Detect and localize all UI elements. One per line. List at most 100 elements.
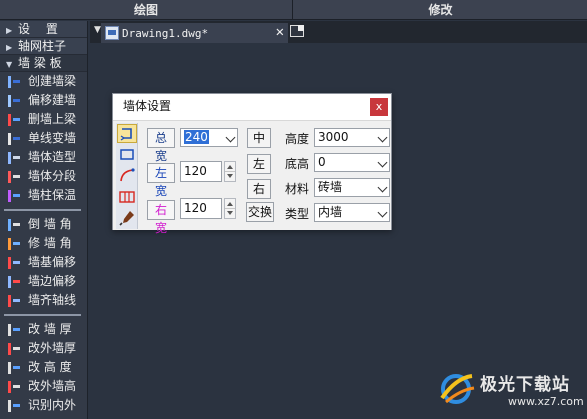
sidebar-tool-edge-offset[interactable]: 墙边偏移 <box>0 272 87 291</box>
sidebar-tool-wall-corner[interactable]: 倒 墙 角 <box>0 215 87 234</box>
create-wall-icon <box>6 75 22 89</box>
sidebar-tool-wall-segment[interactable]: 墙体分段 <box>0 167 87 186</box>
chevron-down-icon <box>377 207 388 218</box>
identify-icon <box>6 399 22 413</box>
watermark-brand: 极光下载站 <box>480 375 570 395</box>
sidebar-tool-label: 单线变墙 <box>28 131 77 145</box>
sidebar-tool-label: 墙齐轴线 <box>28 293 77 307</box>
height-combo[interactable]: 3000 <box>314 128 390 147</box>
sidebar-tool-identify[interactable]: 识别内外 <box>0 396 87 415</box>
rect-wall-tool-icon[interactable] <box>117 145 137 164</box>
expand-arrow-icon: ▶ <box>6 43 13 52</box>
sidebar-tool-label: 删墙上梁 <box>28 112 77 126</box>
material-label: 材料 <box>285 182 310 196</box>
sidebar-tool-label: 创建墙梁 <box>28 74 77 88</box>
sidebar-tool-label: 墙边偏移 <box>28 274 77 288</box>
eyedropper-icon[interactable] <box>117 208 137 227</box>
base-offset-icon <box>6 256 22 270</box>
sidebar-tool-label: 改 墙 厚 <box>28 322 72 336</box>
fix-corner-icon <box>6 237 22 251</box>
sidebar-tool-offset-wall[interactable]: 偏移建墙 <box>0 91 87 110</box>
sidebar-header-axis[interactable]: ▶ 轴网柱子 <box>0 38 87 55</box>
material-select[interactable]: 砖墙 <box>314 178 390 197</box>
tab-title: Drawing1.dwg* <box>122 26 209 40</box>
align-axis-icon <box>6 294 22 308</box>
sidebar-header-settings[interactable]: ▶ 设 置 <box>0 21 87 38</box>
offset-wall-icon <box>6 94 22 108</box>
align-center-button[interactable]: 中 <box>247 128 271 148</box>
sidebar-tool-change-thickness[interactable]: 改 墙 厚 <box>0 320 87 339</box>
sidebar-tool-label: 倒 墙 角 <box>28 217 72 231</box>
sidebar-tool-insulation[interactable]: 墙柱保温 <box>0 186 87 205</box>
right-width-stepper[interactable] <box>224 198 236 219</box>
sidebar-tool-fix-corner[interactable]: 修 墙 角 <box>0 234 87 253</box>
chevron-down-icon <box>377 132 388 143</box>
base-height-label: 底高 <box>285 157 310 171</box>
sidebar-tool-label: 偏移建墙 <box>28 93 77 107</box>
sidebar-tool-line-to-wall[interactable]: 单线变墙 <box>0 129 87 148</box>
wall-corner-icon <box>6 218 22 232</box>
separator <box>4 209 81 211</box>
sidebar-tool-label: 改 高 度 <box>28 360 72 374</box>
close-tab-icon[interactable]: ✕ <box>276 24 284 40</box>
grid-wall-tool-icon[interactable] <box>117 187 137 206</box>
total-width-button[interactable]: 总宽 <box>147 128 175 163</box>
collapse-arrow-icon: ▼ <box>6 60 13 69</box>
sidebar-tool-wall-shape[interactable]: 墙体造型 <box>0 148 87 167</box>
wall-settings-dialog: 墙体设置 x 总宽 240 左宽 120 右宽 120 中 左 右 交换 高度 … <box>112 93 392 235</box>
tool-palette: ▶ 设 置 ▶ 轴网柱子 ▼ 墙 梁 板 创建墙梁偏移建墙删墙上梁单线变墙墙体造型墙体… <box>0 21 88 419</box>
tab-drawing1[interactable]: Drawing1.dwg* ✕ <box>101 23 288 43</box>
sidebar-tool-align-axis[interactable]: 墙齐轴线 <box>0 291 87 310</box>
tab-menu-arrow-icon[interactable]: ▼ <box>94 25 101 35</box>
change-height-icon <box>6 361 22 375</box>
delete-beam-icon <box>6 113 22 127</box>
left-width-button[interactable]: 左宽 <box>147 163 175 198</box>
edge-offset-icon <box>6 275 22 289</box>
draw-wall-tool-icon[interactable] <box>117 124 137 143</box>
align-left-button[interactable]: 左 <box>247 154 271 174</box>
wall-type-select[interactable]: 内墙 <box>314 203 390 222</box>
dwg-file-icon <box>105 26 119 40</box>
arc-wall-tool-icon[interactable] <box>117 166 137 185</box>
base-height-combo[interactable]: 0 <box>314 153 390 172</box>
insulation-icon <box>6 189 22 203</box>
separator <box>4 314 81 316</box>
sidebar-tool-base-offset[interactable]: 墙基偏移 <box>0 253 87 272</box>
wall-segment-icon <box>6 170 22 184</box>
total-width-combo[interactable]: 240 <box>180 128 238 147</box>
sidebar-tool-change-outer-height[interactable]: 改外墙高 <box>0 377 87 396</box>
line-to-wall-icon <box>6 132 22 146</box>
height-label: 高度 <box>285 132 310 146</box>
watermark-logo-icon <box>440 374 475 404</box>
sidebar-tool-label: 修 墙 角 <box>28 236 72 250</box>
section-modify[interactable]: 修改 <box>294 0 587 20</box>
ribbon-header: 绘图 修改 <box>0 0 587 20</box>
sidebar-tool-delete-beam[interactable]: 删墙上梁 <box>0 110 87 129</box>
new-tab-icon[interactable] <box>290 25 304 37</box>
sidebar-tool-create-wall[interactable]: 创建墙梁 <box>0 72 87 91</box>
wall-shape-icon <box>6 151 22 165</box>
swap-button[interactable]: 交换 <box>246 202 274 222</box>
dialog-body: 总宽 240 左宽 120 右宽 120 中 左 右 交换 高度 3000 底高… <box>113 120 391 235</box>
align-right-button[interactable]: 右 <box>247 179 271 199</box>
sidebar-tool-label: 墙体分段 <box>28 169 77 183</box>
change-outer-height-icon <box>6 380 22 394</box>
section-draw[interactable]: 绘图 <box>0 0 293 20</box>
right-width-button[interactable]: 右宽 <box>147 200 175 235</box>
sidebar-tool-label: 改外墙高 <box>28 379 77 393</box>
sidebar-tool-label: 改外墙厚 <box>28 341 77 355</box>
left-width-input[interactable]: 120 <box>180 161 222 182</box>
chevron-down-icon <box>377 182 388 193</box>
left-width-stepper[interactable] <box>224 161 236 182</box>
right-width-input[interactable]: 120 <box>180 198 222 219</box>
chevron-down-icon <box>377 157 388 168</box>
sidebar-tool-label: 墙体造型 <box>28 150 77 164</box>
sidebar-header-wall[interactable]: ▼ 墙 梁 板 <box>0 55 87 72</box>
dialog-title: 墙体设置 <box>123 99 172 113</box>
sidebar-tool-change-height[interactable]: 改 高 度 <box>0 358 87 377</box>
change-outer-thickness-icon <box>6 342 22 356</box>
expand-arrow-icon: ▶ <box>6 26 13 35</box>
sidebar-tool-change-outer-thickness[interactable]: 改外墙厚 <box>0 339 87 358</box>
type-label: 类型 <box>285 207 310 221</box>
dialog-close-button[interactable]: x <box>370 98 388 116</box>
